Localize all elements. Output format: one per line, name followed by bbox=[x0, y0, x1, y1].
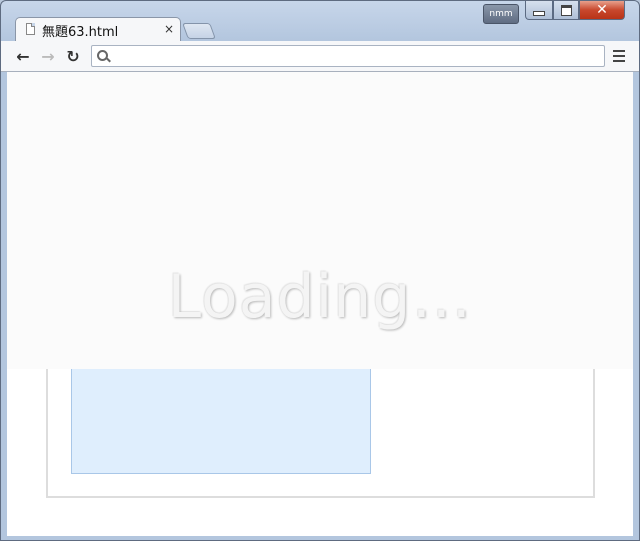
tab-title: 無題63.html bbox=[42, 25, 119, 40]
search-icon bbox=[97, 50, 108, 61]
tab-active[interactable]: 無題63.html × bbox=[15, 17, 181, 41]
close-icon: ✕ bbox=[596, 2, 608, 18]
new-tab-button[interactable] bbox=[182, 23, 216, 39]
back-button[interactable]: ← bbox=[13, 46, 33, 66]
page-viewport: Loading… bbox=[7, 72, 633, 536]
tab-close-icon[interactable]: × bbox=[164, 22, 174, 36]
forward-arrow-icon: → bbox=[41, 46, 55, 66]
loading-text: Loading… bbox=[167, 262, 473, 332]
maximize-icon bbox=[560, 4, 572, 16]
window-controls: ✕ bbox=[525, 1, 625, 21]
minimize-icon bbox=[533, 10, 545, 16]
maximize-button[interactable] bbox=[553, 1, 579, 20]
back-arrow-icon: ← bbox=[16, 46, 30, 66]
reload-icon: ↻ bbox=[66, 46, 80, 66]
loading-overlay: Loading… bbox=[7, 72, 633, 369]
reload-button[interactable]: ↻ bbox=[63, 46, 83, 66]
address-bar[interactable] bbox=[91, 45, 605, 67]
forward-button[interactable]: → bbox=[38, 46, 58, 66]
browser-window: 無題63.html × nmm ✕ ← → ↻ Loading… bbox=[0, 0, 640, 541]
tab-strip: 無題63.html × nmm ✕ bbox=[1, 1, 639, 41]
document-icon bbox=[26, 23, 35, 35]
browser-toolbar: ← → ↻ bbox=[1, 41, 639, 72]
minimize-button[interactable] bbox=[525, 1, 553, 20]
window-bottom-edge bbox=[1, 536, 639, 540]
close-window-button[interactable]: ✕ bbox=[579, 1, 625, 20]
hamburger-menu-icon[interactable] bbox=[613, 50, 625, 62]
profile-badge[interactable]: nmm bbox=[483, 4, 519, 24]
